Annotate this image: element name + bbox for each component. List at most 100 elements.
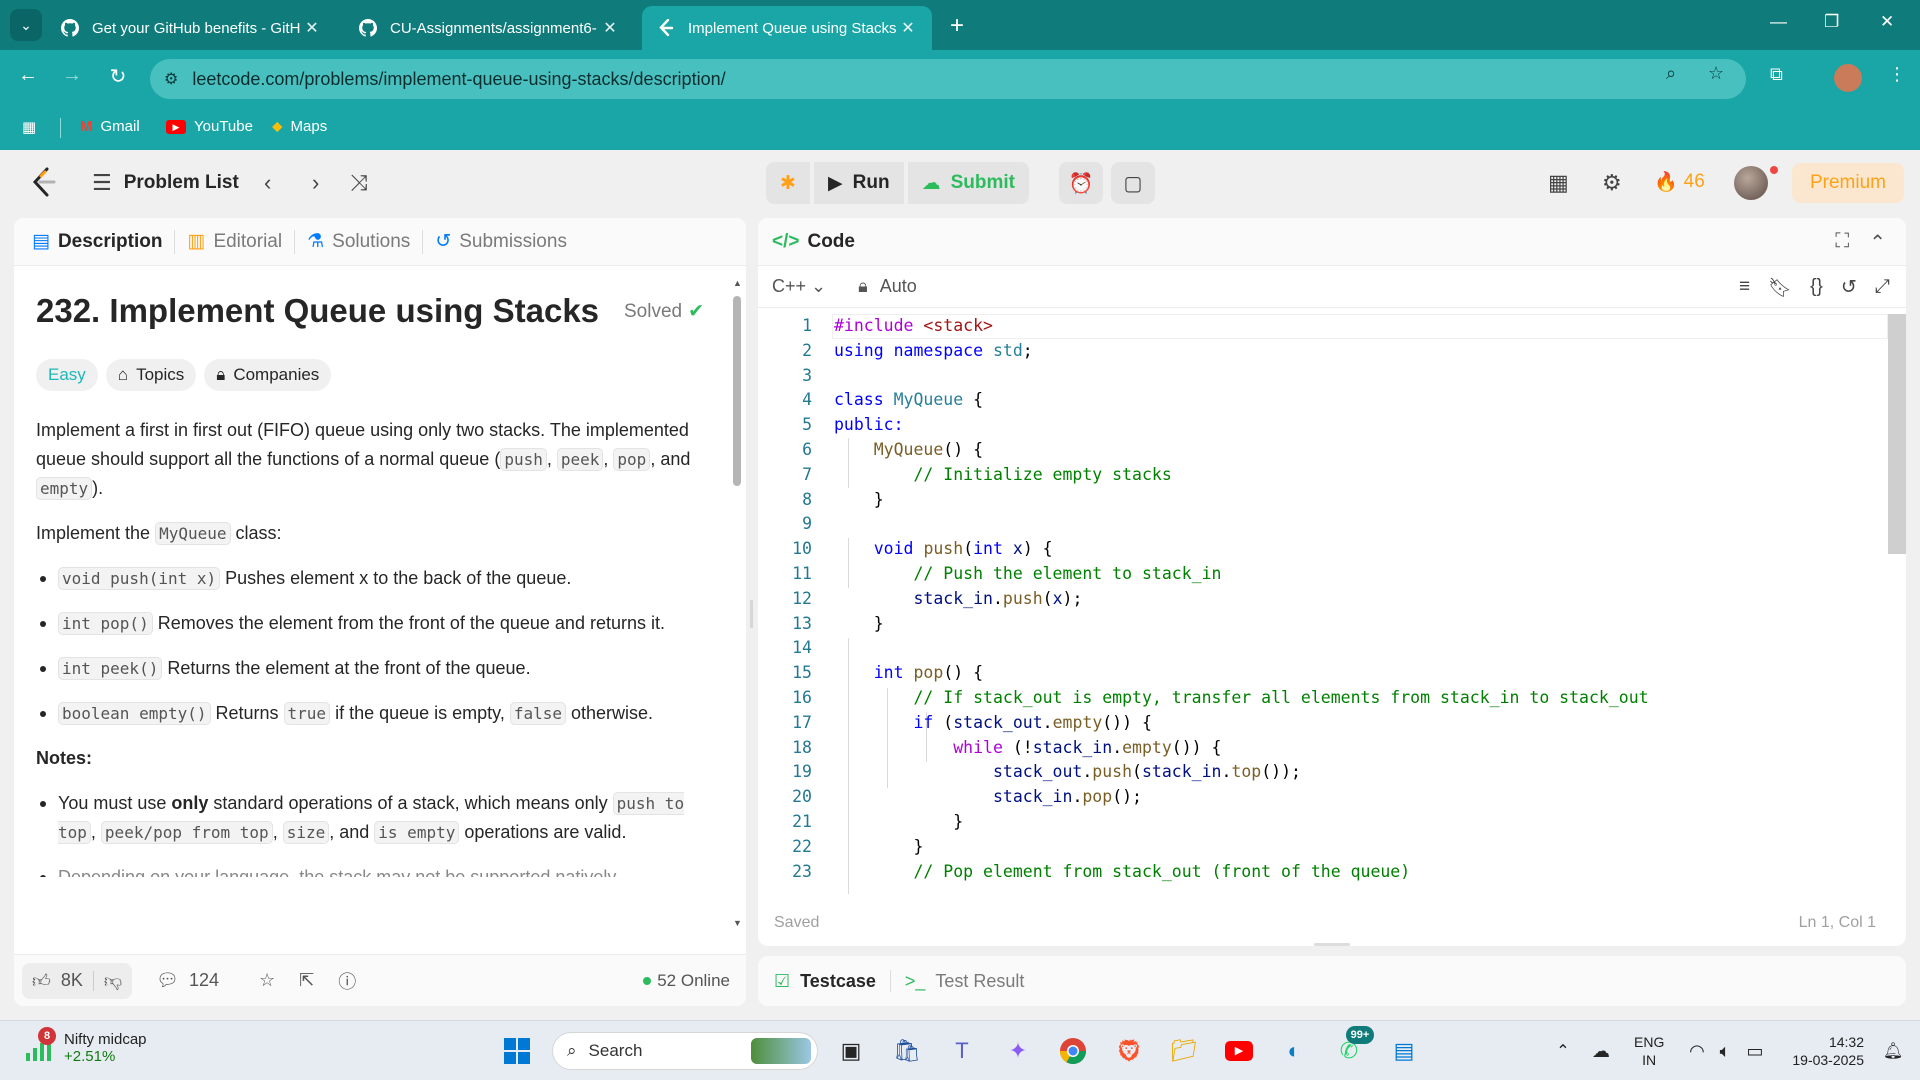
- onedrive-cloud-icon[interactable]: ☁: [1584, 1034, 1618, 1068]
- vertical-resize-handle[interactable]: [1314, 943, 1350, 946]
- notepad-icon[interactable]: ▤: [1387, 1034, 1421, 1068]
- scrollbar-thumb[interactable]: [733, 296, 741, 486]
- panel-resize-handle[interactable]: [750, 600, 753, 628]
- like-count: 8K: [60, 970, 83, 990]
- browser-menu-icon[interactable]: ⋮: [1888, 64, 1906, 85]
- tab-editorial[interactable]: ▥ Editorial: [187, 229, 296, 254]
- close-window-icon[interactable]: ✕: [1880, 12, 1894, 32]
- leetcode-logo-icon[interactable]: [28, 166, 60, 198]
- site-info-icon[interactable]: ⚙: [164, 69, 178, 89]
- taskbar-search[interactable]: ⌕ Search: [552, 1032, 818, 1070]
- language-select[interactable]: C++ ⌄: [772, 276, 826, 297]
- close-tab-icon[interactable]: ✕: [898, 18, 918, 38]
- description-scrollbar[interactable]: ▲ ▼: [731, 278, 742, 928]
- youtube-app-icon[interactable]: ▶: [1222, 1034, 1256, 1068]
- tab-solutions[interactable]: ⚗ Solutions: [307, 229, 424, 254]
- clock[interactable]: 14:32 19-03-2025: [1784, 1033, 1864, 1069]
- reload-icon[interactable]: ↻: [104, 64, 132, 89]
- tab-submissions[interactable]: ↺ Submissions: [435, 230, 579, 254]
- chrome-icon[interactable]: [1056, 1034, 1090, 1068]
- debugger-bug-icon[interactable]: ✱: [766, 162, 810, 204]
- reset-undo-icon[interactable]: ↺: [1841, 276, 1857, 300]
- editor-scrollbar-thumb[interactable]: [1888, 314, 1906, 554]
- companies-chip[interactable]: 🔒︎ Companies: [204, 359, 332, 391]
- code-editor[interactable]: 1 #include <stack> 2 using namespace std; …: [758, 314, 1888, 894]
- run-button[interactable]: ▶ Run: [814, 162, 904, 204]
- thumbs-up-icon[interactable]: 👍︎: [32, 970, 51, 992]
- bookmark-label: Gmail: [100, 118, 140, 135]
- submit-button[interactable]: ☁ Submit: [907, 162, 1029, 204]
- browser-tab-github-benefits[interactable]: Get your GitHub benefits - GitH ✕: [46, 6, 336, 50]
- show-hidden-icons-chevron-icon[interactable]: ⌃: [1546, 1034, 1580, 1068]
- random-shuffle-icon[interactable]: ⤨: [350, 170, 368, 196]
- notes-icon[interactable]: ▢: [1111, 162, 1155, 204]
- thumbs-down-icon[interactable]: 👎︎: [104, 970, 122, 992]
- help-icon[interactable]: ⓘ: [338, 968, 356, 994]
- brave-icon[interactable]: 🦁︎: [1112, 1034, 1146, 1068]
- tab-search-chevron-icon[interactable]: ⌄: [10, 9, 42, 41]
- windows-start-icon[interactable]: [500, 1034, 534, 1068]
- bookmark-youtube[interactable]: ▶ YouTube: [166, 118, 253, 135]
- copilot-icon[interactable]: ✦: [1001, 1034, 1035, 1068]
- collapse-chevron-up-icon[interactable]: ⌃: [1869, 230, 1886, 255]
- extensions-icon[interactable]: ⧉: [1770, 64, 1783, 85]
- zoom-icon[interactable]: ⌕: [1666, 63, 1676, 84]
- edge-icon[interactable]: ◐: [1277, 1034, 1311, 1068]
- topics-chip[interactable]: ⌂ Topics: [105, 359, 197, 391]
- omnibox[interactable]: ⚙ leetcode.com/problems/implement-queue-…: [150, 59, 1746, 99]
- volume-icon[interactable]: 🔈︎: [1708, 1034, 1742, 1068]
- bookmark-maps[interactable]: ⬥ Maps: [272, 118, 327, 135]
- close-tab-icon[interactable]: ✕: [302, 18, 322, 38]
- share-icon[interactable]: ⇱: [299, 970, 314, 991]
- expand-icon[interactable]: ⤢: [1875, 276, 1890, 300]
- file-explorer-icon[interactable]: 📁︎: [1167, 1034, 1201, 1068]
- bookmark-gmail[interactable]: M Gmail: [80, 118, 140, 135]
- apps-grid-icon[interactable]: ▦: [22, 118, 36, 136]
- fullscreen-icon[interactable]: ⛶: [1835, 230, 1849, 255]
- curly-braces-icon[interactable]: {}: [1810, 276, 1823, 300]
- tab-test-result[interactable]: Test Result: [935, 971, 1024, 992]
- teams-icon[interactable]: T: [945, 1034, 979, 1068]
- online-dot: [643, 976, 652, 985]
- user-avatar[interactable]: [1734, 166, 1768, 200]
- profile-avatar[interactable]: [1834, 64, 1862, 92]
- back-arrow-icon[interactable]: ←: [14, 64, 42, 87]
- scroll-up-icon[interactable]: ▲: [733, 278, 742, 288]
- bookmark-icon[interactable]: 🔖︎: [1768, 276, 1792, 300]
- forward-arrow-icon[interactable]: →: [58, 64, 86, 87]
- browser-tab-cu-assignments[interactable]: CU-Assignments/assignment6- ✕: [344, 6, 634, 50]
- whatsapp-icon[interactable]: ✆ 99+: [1332, 1026, 1374, 1068]
- play-icon: ▶: [828, 172, 843, 194]
- problem-list-button[interactable]: ☰ Problem List: [92, 170, 239, 196]
- code-panel-header: </> Code ⛶ ⌃: [758, 218, 1906, 266]
- browser-tab-implement-queue[interactable]: Implement Queue using Stacks ✕: [642, 6, 932, 50]
- favorite-star-icon[interactable]: ☆: [259, 970, 275, 991]
- language-indicator[interactable]: ENG IN: [1634, 1033, 1664, 1069]
- notification-bell-icon[interactable]: 🔔︎: [1876, 1034, 1910, 1068]
- tab-description[interactable]: ▤ Description: [32, 229, 176, 254]
- stock-widget[interactable]: 8 Nifty midcap +2.51%: [24, 1027, 147, 1065]
- timer-alarm-icon[interactable]: ⏰: [1059, 162, 1103, 204]
- notes-heading: Notes:: [36, 748, 93, 768]
- new-tab-plus-icon[interactable]: +: [950, 12, 964, 40]
- settings-gear-icon[interactable]: ⚙: [1602, 170, 1622, 196]
- auto-mode-label[interactable]: Auto: [880, 276, 917, 297]
- solved-label: Solved: [624, 300, 683, 322]
- microsoft-store-icon[interactable]: 🛍︎: [890, 1034, 924, 1068]
- tab-testcase[interactable]: Testcase: [800, 971, 876, 992]
- scroll-down-icon[interactable]: ▼: [733, 918, 742, 928]
- streak-counter[interactable]: 🔥 46: [1654, 170, 1705, 194]
- restore-icon[interactable]: ❐: [1824, 12, 1839, 32]
- next-problem-chevron-icon[interactable]: ›: [312, 170, 319, 196]
- premium-button[interactable]: Premium: [1792, 163, 1904, 203]
- battery-icon[interactable]: ▭: [1738, 1034, 1772, 1068]
- close-tab-icon[interactable]: ✕: [600, 18, 620, 38]
- task-view-icon[interactable]: ▣: [834, 1034, 868, 1068]
- layout-grid-icon[interactable]: ▦: [1548, 170, 1569, 196]
- format-lines-icon[interactable]: ≡: [1739, 276, 1750, 300]
- bookmark-star-icon[interactable]: ☆: [1708, 63, 1724, 84]
- minimize-icon[interactable]: —: [1770, 12, 1787, 32]
- prev-problem-chevron-icon[interactable]: ‹: [264, 170, 271, 196]
- url-text[interactable]: leetcode.com/problems/implement-queue-us…: [192, 69, 725, 90]
- comments-button[interactable]: 💬︎ 124: [156, 970, 219, 991]
